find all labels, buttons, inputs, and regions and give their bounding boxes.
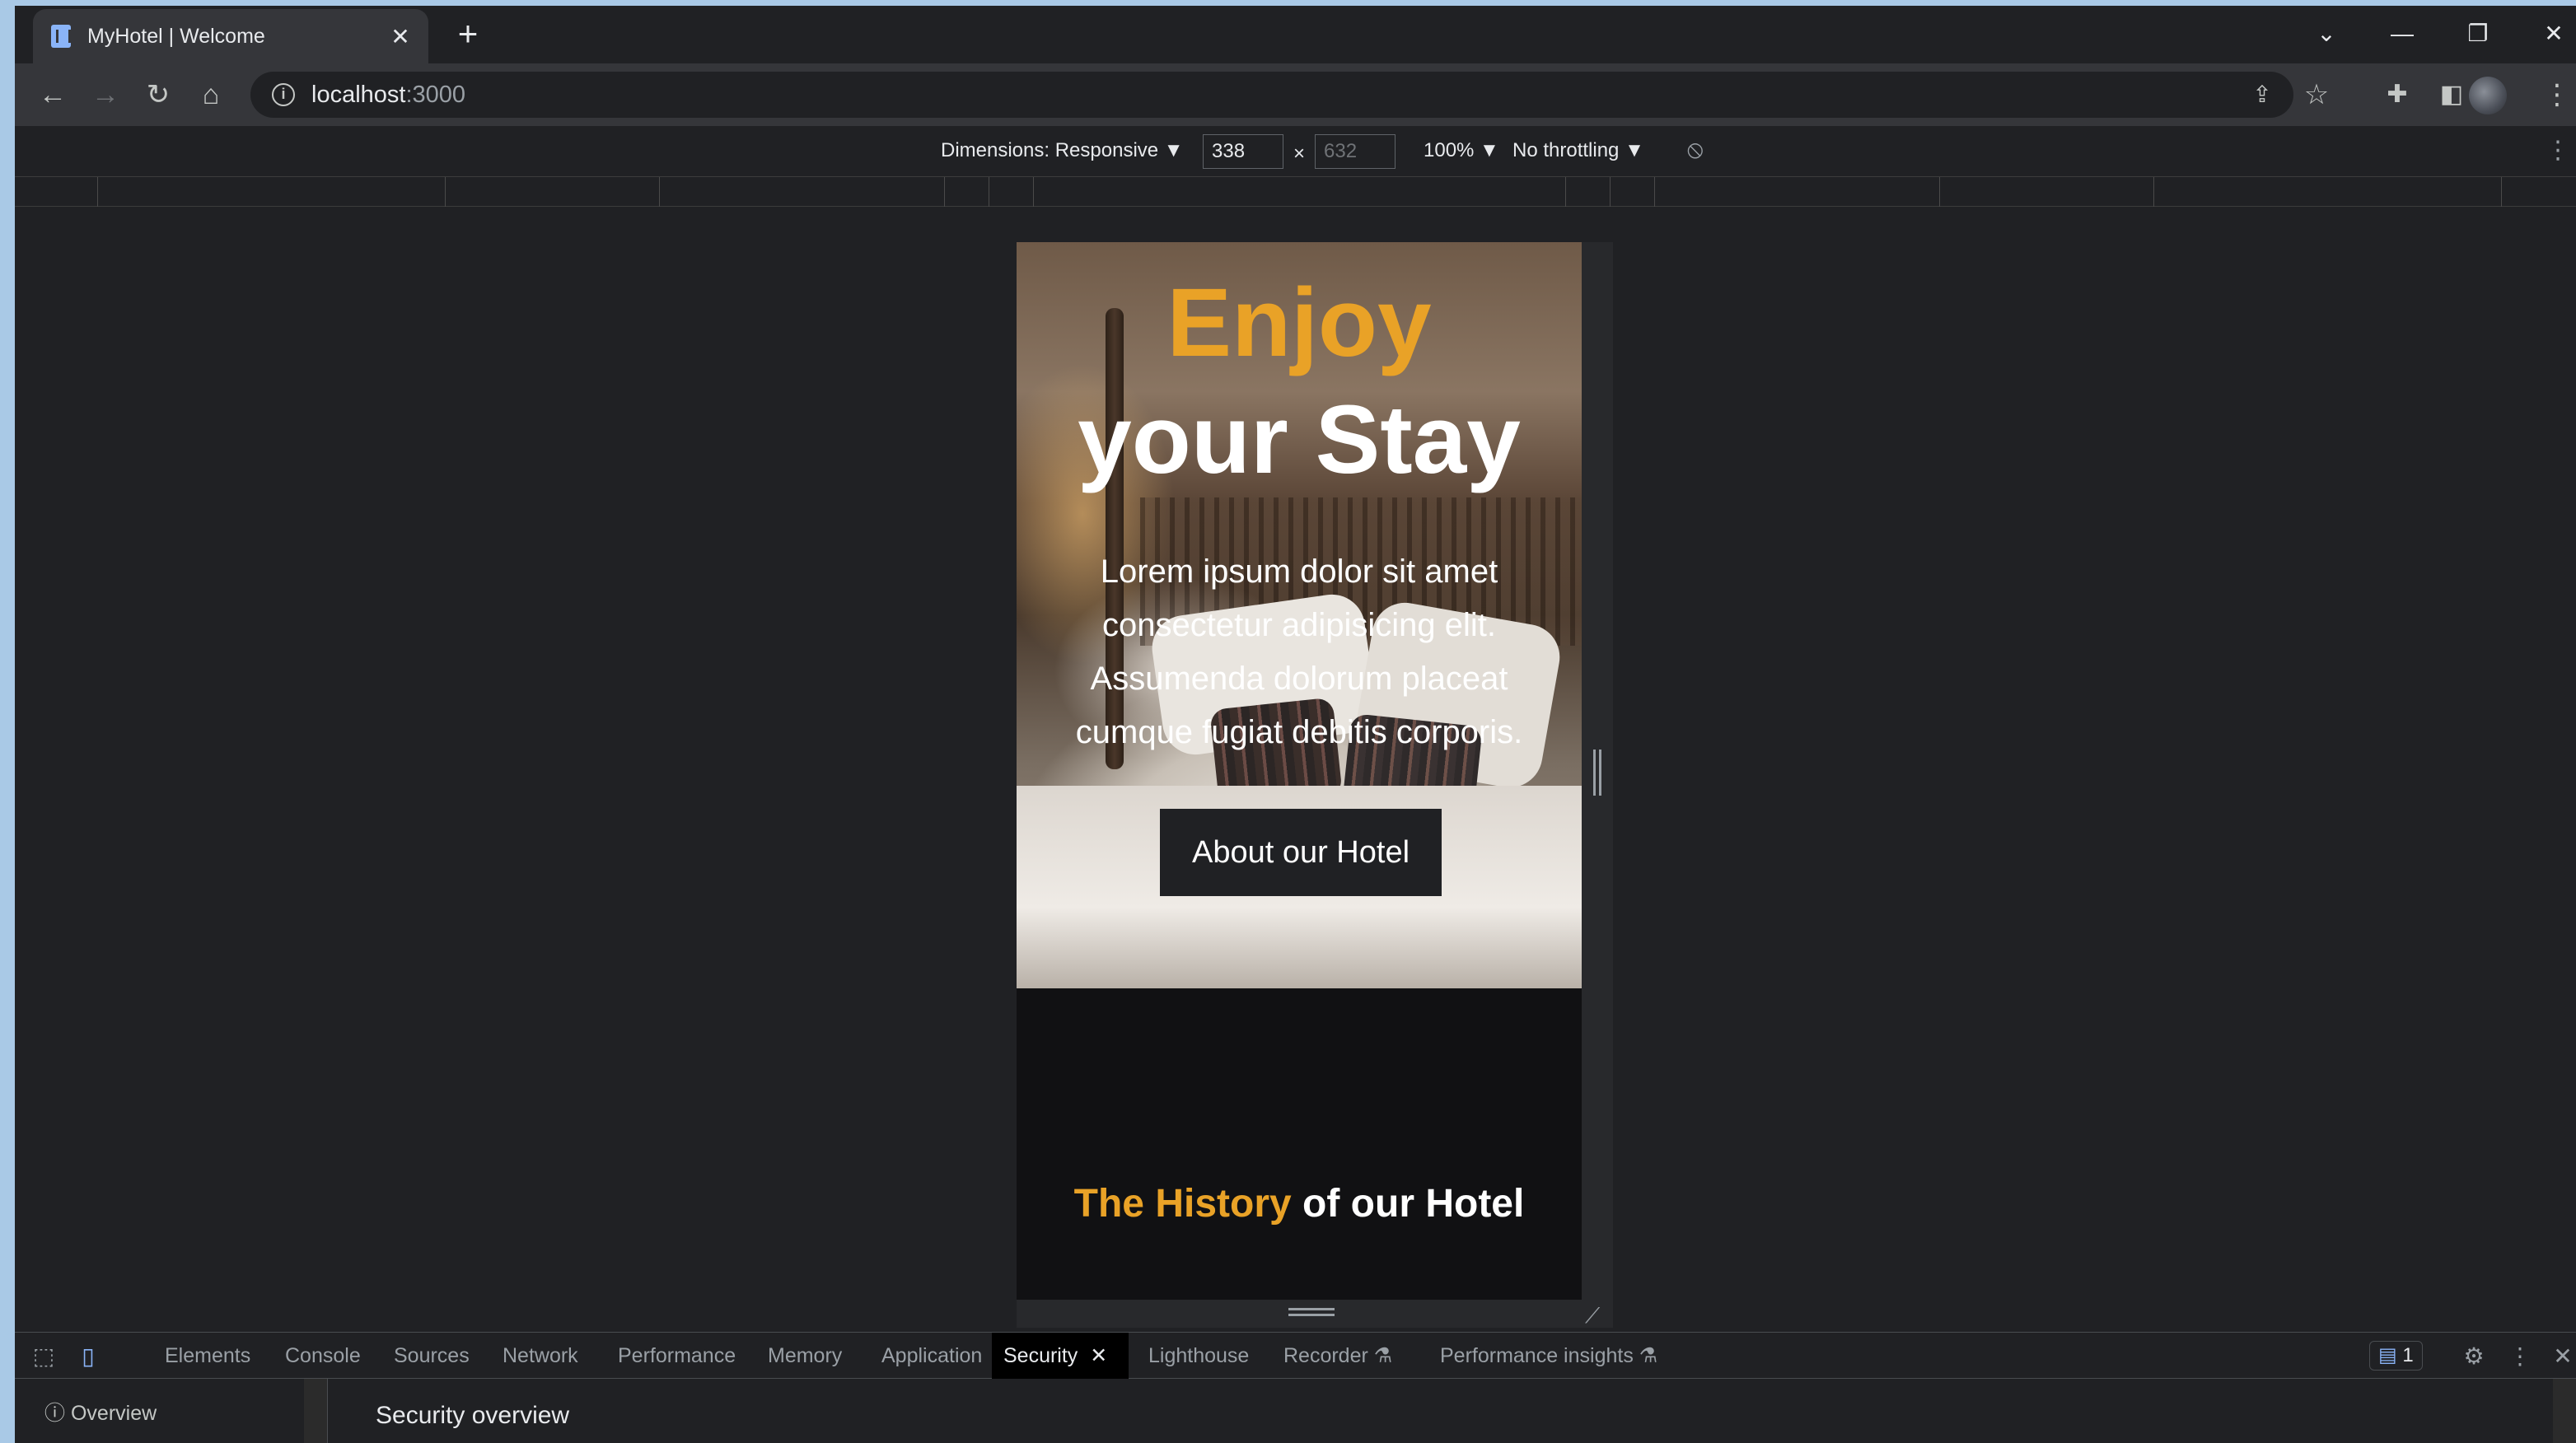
share-icon[interactable]: ⇪ bbox=[2242, 75, 2282, 114]
ruler-tick bbox=[944, 177, 945, 207]
close-tab-icon[interactable]: ✕ bbox=[1090, 1344, 1107, 1367]
profile-avatar[interactable] bbox=[2469, 77, 2507, 114]
ruler-tick bbox=[659, 177, 660, 207]
browser-window: MyHotel | Welcome ✕ + ⌄ — ❐ ✕ ← → ↻ ⌂ i … bbox=[15, 6, 2576, 1443]
about-hotel-button[interactable]: About our Hotel bbox=[1160, 809, 1442, 896]
experimental-flask-icon: ⚗ bbox=[1639, 1344, 1658, 1367]
tab-recorder-label: Recorder bbox=[1283, 1344, 1368, 1367]
window-close-icon[interactable]: ✕ bbox=[2529, 16, 2576, 52]
hero-section: Enjoy your Stay Lorem ipsum dolor sit am… bbox=[1017, 242, 1582, 988]
emulated-viewport-area: Enjoy your Stay Lorem ipsum dolor sit am… bbox=[15, 207, 2576, 1332]
media-query-bar[interactable] bbox=[15, 177, 2576, 207]
info-circle-icon: ⓘ bbox=[44, 1402, 66, 1425]
tab-elements[interactable]: Elements bbox=[153, 1333, 262, 1379]
tab-title: MyHotel | Welcome bbox=[87, 24, 265, 48]
hotel-favicon-icon bbox=[51, 25, 71, 48]
device-toggle-icon[interactable]: ▯ bbox=[74, 1343, 102, 1371]
tab-security-label: Security bbox=[1003, 1344, 1078, 1367]
ruler-tick bbox=[1610, 177, 1611, 207]
tab-application[interactable]: Application bbox=[870, 1333, 993, 1379]
tab-performance-insights-label: Performance insights bbox=[1440, 1344, 1634, 1367]
corner-resize-icon[interactable]: ⟋ bbox=[1585, 1303, 1600, 1329]
experimental-flask-icon: ⚗ bbox=[1373, 1344, 1393, 1367]
new-tab-button[interactable]: + bbox=[450, 16, 486, 54]
issues-count: 1 bbox=[2402, 1344, 2414, 1366]
browser-tab[interactable]: MyHotel | Welcome ✕ bbox=[33, 9, 428, 63]
tab-close-icon[interactable]: ✕ bbox=[384, 23, 417, 50]
viewport-width-input[interactable]: 338 bbox=[1203, 134, 1283, 169]
tab-strip: MyHotel | Welcome ✕ + ⌄ — ❐ ✕ bbox=[15, 6, 2576, 63]
browser-menu-icon[interactable]: ⋮ bbox=[2537, 75, 2576, 114]
resize-grip-icon bbox=[1593, 750, 1601, 796]
issues-badge[interactable]: ▤ 1 bbox=[2369, 1341, 2423, 1371]
hero-title-enjoy: Enjoy bbox=[1166, 269, 1432, 377]
resize-grip-icon bbox=[1288, 1308, 1335, 1316]
tab-performance-insights[interactable]: Performance insights ⚗ bbox=[1428, 1333, 1669, 1379]
dimension-separator: × bbox=[1293, 142, 1306, 165]
forward-icon[interactable]: → bbox=[86, 75, 125, 114]
device-screen: Enjoy your Stay Lorem ipsum dolor sit am… bbox=[1017, 242, 1582, 1300]
tab-recorder[interactable]: Recorder ⚗ bbox=[1272, 1333, 1404, 1379]
tab-performance[interactable]: Performance bbox=[606, 1333, 747, 1379]
message-icon: ▤ bbox=[2378, 1344, 2397, 1366]
tab-console[interactable]: Console bbox=[273, 1333, 372, 1379]
throttling-dropdown[interactable]: No throttling ▼ bbox=[1512, 139, 1644, 162]
settings-gear-icon[interactable]: ⚙ bbox=[2460, 1343, 2488, 1371]
minimize-icon[interactable]: — bbox=[2377, 16, 2427, 52]
devtools-panel: ⬚ ▯ Elements Console Sources Network Per… bbox=[15, 1332, 2576, 1443]
address-port: :3000 bbox=[405, 81, 466, 108]
main-scrollbar[interactable] bbox=[2553, 1379, 2576, 1443]
tab-security[interactable]: Security ✕ bbox=[992, 1333, 1129, 1379]
reload-icon[interactable]: ↻ bbox=[138, 75, 178, 114]
restore-icon[interactable]: ❐ bbox=[2453, 16, 2503, 52]
dimensions-dropdown[interactable]: Dimensions: Responsive ▼ bbox=[941, 139, 1184, 162]
device-toolbar-menu-icon[interactable]: ⋮ bbox=[2546, 136, 2570, 165]
sidebar-item-overview[interactable]: ⓘ Overview bbox=[44, 1397, 157, 1427]
home-icon[interactable]: ⌂ bbox=[191, 75, 231, 114]
back-icon[interactable]: ← bbox=[33, 75, 72, 114]
sidebar-item-label: Overview bbox=[70, 1402, 157, 1425]
extensions-puzzle-icon[interactable]: ✚ bbox=[2377, 75, 2417, 114]
address-bar[interactable]: i localhost:3000 bbox=[250, 72, 2293, 118]
zoom-dropdown[interactable]: 100% ▼ bbox=[1424, 139, 1499, 162]
ruler-tick bbox=[2153, 177, 2154, 207]
history-heading-rest: of our Hotel bbox=[1291, 1182, 1525, 1226]
hero-title-your-stay: your Stay bbox=[1078, 385, 1521, 494]
viewport-height-input[interactable]: 632 bbox=[1315, 134, 1396, 169]
security-overview-title: Security overview bbox=[376, 1402, 570, 1429]
history-heading-highlight: The History bbox=[1073, 1182, 1292, 1226]
bottom-resize-handle[interactable] bbox=[1017, 1300, 1613, 1328]
ruler-tick bbox=[1939, 177, 1940, 207]
devtools-tab-bar: ⬚ ▯ Elements Console Sources Network Per… bbox=[15, 1333, 2576, 1379]
bookmark-star-icon[interactable]: ☆ bbox=[2297, 75, 2336, 114]
devtools-close-icon[interactable]: ✕ bbox=[2549, 1343, 2576, 1371]
tab-network[interactable]: Network bbox=[491, 1333, 590, 1379]
ruler-tick bbox=[2501, 177, 2502, 207]
tab-sources[interactable]: Sources bbox=[382, 1333, 481, 1379]
site-info-icon[interactable]: i bbox=[272, 83, 295, 106]
ruler-tick bbox=[1654, 177, 1655, 207]
devtools-menu-icon[interactable]: ⋮ bbox=[2506, 1343, 2534, 1371]
inspect-element-icon[interactable]: ⬚ bbox=[30, 1343, 58, 1371]
side-panel-icon[interactable]: ◧ bbox=[2432, 75, 2471, 114]
browser-toolbar: ← → ↻ ⌂ i localhost:3000 ⇪ ☆ ✚ ◧ ⋮ bbox=[15, 63, 2576, 126]
history-heading: The History of our Hotel bbox=[1017, 1181, 1582, 1226]
tab-lighthouse[interactable]: Lighthouse bbox=[1137, 1333, 1260, 1379]
tab-memory[interactable]: Memory bbox=[756, 1333, 853, 1379]
hero-paragraph: Lorem ipsum dolor sit amet consectetur a… bbox=[1075, 553, 1523, 750]
rotate-icon[interactable]: ⦸ bbox=[1687, 136, 1704, 164]
security-sidebar: ⓘ Overview bbox=[15, 1379, 328, 1443]
device-toolbar: Dimensions: Responsive ▼ 338 × 632 100% … bbox=[15, 126, 2576, 177]
right-resize-handle[interactable] bbox=[1582, 242, 1613, 1300]
ruler-tick bbox=[445, 177, 446, 207]
ruler-tick bbox=[97, 177, 98, 207]
sidebar-scrollbar[interactable] bbox=[304, 1379, 327, 1443]
ruler-tick bbox=[1033, 177, 1034, 207]
ruler-tick bbox=[1565, 177, 1566, 207]
address-host: localhost bbox=[311, 81, 406, 108]
tab-search-icon[interactable]: ⌄ bbox=[2302, 16, 2351, 52]
